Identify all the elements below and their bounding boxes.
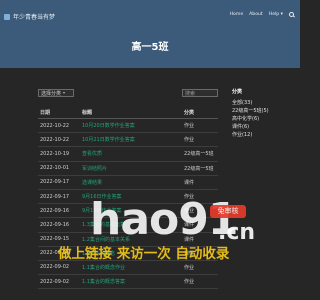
row-category: 课件 [182, 232, 218, 247]
row-title-link[interactable]: 1.1集合的概念 [80, 246, 182, 261]
header-bar: 年少青春当有梦 Home About Help ▾ 高一5班 [0, 0, 300, 68]
row-date: 2022-10-01 [38, 161, 80, 176]
brand[interactable]: 年少青春当有梦 [4, 12, 55, 21]
row-category: 作业 [182, 189, 218, 205]
row-date: 2022-09-17 [38, 189, 80, 205]
page-title: 高一5班 [131, 42, 169, 53]
nav-about[interactable]: About [249, 12, 263, 17]
search-input[interactable]: 搜索 [182, 89, 218, 97]
table-row: 2022-09-02 1.1集合的概念作业 作业 [38, 260, 218, 276]
site-logo-icon [4, 13, 10, 20]
nav-home[interactable]: Home [230, 12, 244, 17]
table-row: 2022-09-16 9月15日作业答案 作业 [38, 203, 218, 219]
row-title-link[interactable]: 10月20日数学作业答案 [80, 118, 182, 134]
row-category: 作业 [182, 118, 218, 134]
table-header-row: 日期 标题 分类 [38, 107, 218, 119]
row-date: 2022-09-02 [38, 260, 80, 276]
post-list: 选择分类 搜索 日期 标题 分类 2022-10-22 10月20日数学作业答案… [38, 88, 218, 290]
nav-help[interactable]: Help ▾ [269, 12, 283, 17]
row-title-link[interactable]: 1.2集合间的基本关系 [80, 232, 182, 247]
column-header-title[interactable]: 标题 [80, 107, 182, 119]
sidebar-item-homework[interactable]: 作业(12) [232, 131, 292, 139]
row-category: 22级高一5班 [182, 161, 218, 176]
table-row: 2022-09-02 1.1集合的概念答案 作业 [38, 274, 218, 290]
sidebar-item-all[interactable]: 全部(33) [232, 99, 292, 107]
table-row: 2022-10-01 军训结照片 22级高一5班 [38, 161, 218, 176]
chevron-down-icon [63, 92, 66, 94]
column-header-category[interactable]: 分类 [182, 107, 218, 119]
row-title-link[interactable]: 军训结照片 [80, 161, 182, 176]
category-select[interactable]: 选择分类 [38, 89, 74, 97]
row-category: 课件 [182, 217, 218, 233]
row-title-link[interactable]: 10月21日数学作业答案 [80, 132, 182, 148]
row-title-link[interactable]: 选课结果 [80, 175, 182, 190]
table-row: 2022-10-19 查看优质 22级高一5班 [38, 146, 218, 162]
row-category: 课件 [182, 246, 218, 261]
watermark-domain-suffix: .cn [218, 220, 256, 245]
row-category: 作业 [182, 203, 218, 219]
row-date: 2022-09-04 [38, 246, 80, 261]
row-date: 2022-09-16 [38, 217, 80, 233]
category-sidebar: 分类 全部(33) 22级高一5班(5) 高中化学(6) 课件(6) 作业(12… [232, 88, 292, 139]
table-row: 2022-10-22 10月21日数学作业答案 作业 [38, 132, 218, 148]
table-row: 2022-09-15 1.2集合间的基本关系 课件 [38, 232, 218, 247]
row-date: 2022-09-15 [38, 232, 80, 247]
table-row: 2022-09-16 1.3集合的基本运算 课件 [38, 217, 218, 233]
row-category: 课件 [182, 175, 218, 190]
row-title-link[interactable]: 9月16日作业答案 [80, 189, 182, 205]
table-row: 2022-09-04 1.1集合的概念 课件 [38, 246, 218, 261]
search-placeholder: 搜索 [185, 90, 196, 97]
table-row: 2022-09-17 选课结果 课件 [38, 175, 218, 190]
row-title-link[interactable]: 9月15日作业答案 [80, 203, 182, 219]
table-row: 2022-10-22 10月20日数学作业答案 作业 [38, 118, 218, 134]
list-controls: 选择分类 搜索 [38, 88, 218, 98]
row-date: 2022-10-19 [38, 146, 80, 162]
row-category: 作业 [182, 260, 218, 276]
row-title-link[interactable]: 1.3集合的基本运算 [80, 217, 182, 233]
row-date: 2022-09-16 [38, 203, 80, 219]
row-date: 2022-09-02 [38, 274, 80, 290]
row-date: 2022-10-22 [38, 118, 80, 134]
table-row: 2022-09-17 9月16日作业答案 作业 [38, 189, 218, 205]
posts-table: 日期 标题 分类 2022-10-22 10月20日数学作业答案 作业 2022… [38, 107, 218, 290]
site-title[interactable]: 年少青春当有梦 [13, 12, 55, 21]
sidebar-item-class[interactable]: 22级高一5班(5) [232, 107, 292, 115]
top-nav: Home About Help ▾ [230, 12, 294, 17]
row-title-link[interactable]: 查看优质 [80, 146, 182, 162]
category-select-value: 选择分类 [41, 90, 62, 97]
row-title-link[interactable]: 1.1集合的概念作业 [80, 260, 182, 276]
row-date: 2022-10-22 [38, 132, 80, 148]
row-category: 22级高一5班 [182, 146, 218, 162]
row-category: 作业 [182, 274, 218, 290]
sidebar-heading: 分类 [232, 89, 243, 95]
row-category: 作业 [182, 132, 218, 148]
row-title-link[interactable]: 1.1集合的概念答案 [80, 274, 182, 290]
sidebar-item-courseware[interactable]: 课件(6) [232, 123, 292, 131]
search-icon[interactable] [289, 12, 294, 17]
column-header-date[interactable]: 日期 [38, 107, 80, 119]
row-date: 2022-09-17 [38, 175, 80, 190]
sidebar-item-chemistry[interactable]: 高中化学(6) [232, 115, 292, 123]
